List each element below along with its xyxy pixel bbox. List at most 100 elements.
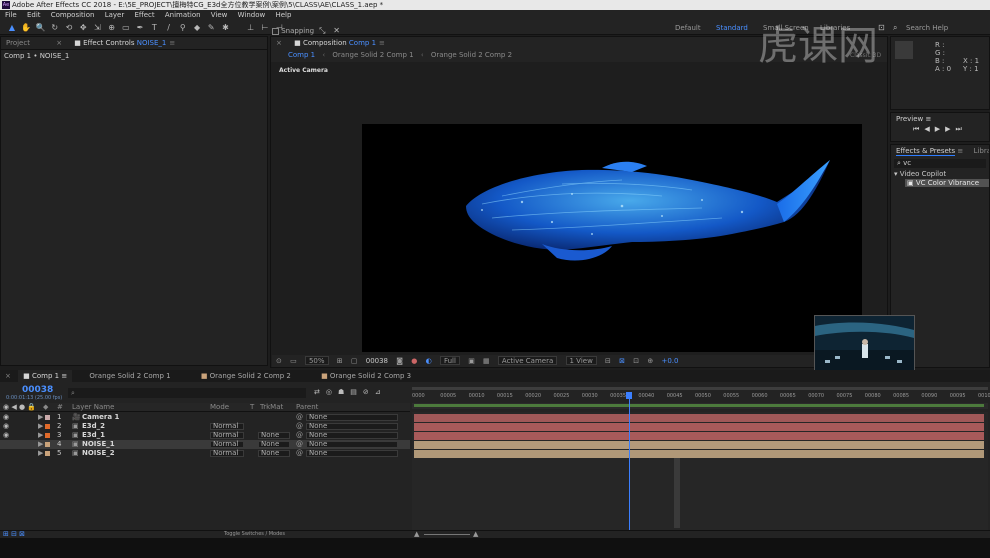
tab-effects-presets[interactable]: Effects & Presets <box>896 147 956 156</box>
layer-name[interactable]: Camera 1 <box>82 413 119 422</box>
flowchart-icon[interactable]: ⊕ <box>647 357 653 365</box>
zoom-in-icon[interactable]: ▲ <box>473 530 478 538</box>
pan-behind-icon[interactable]: ⊕ <box>107 23 117 33</box>
show-snapshot-icon[interactable]: ● <box>411 357 417 365</box>
next-frame-icon[interactable]: ▶ <box>945 125 955 133</box>
panel-menu-icon[interactable]: ≡ <box>169 39 175 47</box>
eraser-tool-icon[interactable]: ◆ <box>192 23 202 33</box>
fast-previews-icon[interactable]: ⊠ <box>619 357 625 365</box>
layer-duration-bar[interactable] <box>414 440 984 449</box>
workspace-standard[interactable]: Standard <box>716 24 748 32</box>
menu-composition[interactable]: Composition <box>51 11 95 19</box>
view-layout-dropdown[interactable]: 1 View <box>565 356 597 365</box>
expand-arrow-icon[interactable]: ▶ <box>38 413 43 422</box>
layer-parent-dropdown[interactable]: None <box>306 414 398 421</box>
layer-row[interactable]: ◉ ▶ 3 ▣ E3d_1 Normal None @ None <box>0 431 410 440</box>
visibility-eye-icon[interactable]: ◉ <box>3 413 9 422</box>
always-preview-icon[interactable]: ⊙ <box>276 357 282 365</box>
composition-viewer[interactable] <box>362 124 862 352</box>
snap-options-icon[interactable]: ⤡ <box>317 26 327 36</box>
tab-libraries[interactable]: Librar <box>974 147 989 155</box>
layer-row[interactable]: ▶ 4 ▣ NOISE_1 Normal None @ None <box>0 440 410 449</box>
playhead[interactable] <box>629 392 631 530</box>
exposure-value[interactable]: +0.0 <box>661 357 678 365</box>
expand-arrow-icon[interactable]: ▶ <box>38 449 43 458</box>
playhead-handle[interactable] <box>626 392 633 399</box>
first-frame-icon[interactable]: ⏮ <box>913 125 924 133</box>
time-ruler[interactable]: 0000 00005 00010 00015 00020 00025 00030 00035 0… <box>412 385 990 403</box>
layer-parent-dropdown[interactable]: None <box>306 450 398 457</box>
track-xy-camera-icon[interactable]: ✥ <box>78 23 88 33</box>
hand-tool-icon[interactable]: ✋ <box>21 23 31 33</box>
effect-item-vc-color-vibrance[interactable]: ▣ VC Color Vibrance <box>905 179 989 187</box>
layer-row[interactable]: ◉ ▶ 2 ▣ E3d_2 Normal @ None <box>0 422 410 431</box>
monitor-icon[interactable]: ▭ <box>290 357 297 365</box>
subtab-comp-1[interactable]: Comp 1 <box>283 49 320 62</box>
color-channel-icon[interactable]: ◐ <box>426 357 432 365</box>
rotate-tool-icon[interactable]: ↻ <box>50 23 60 33</box>
panel-menu-icon[interactable]: ≡ <box>925 115 931 123</box>
pick-whip-icon[interactable]: @ <box>296 431 303 440</box>
tab-timeline-orange-solid-3[interactable]: ■ Orange Solid 2 Comp 3 <box>316 370 416 382</box>
brush-tool-icon[interactable]: / <box>164 23 174 33</box>
menu-effect[interactable]: Effect <box>134 11 154 19</box>
layer-row[interactable]: ▶ 5 ▣ NOISE_2 Normal None @ None <box>0 449 410 458</box>
menu-animation[interactable]: Animation <box>165 11 201 19</box>
timeline-icon[interactable]: ⊡ <box>633 357 639 365</box>
layer-mode-dropdown[interactable]: Normal <box>210 441 244 448</box>
expand-arrow-icon[interactable]: ▶ <box>38 422 43 431</box>
snapping-checkbox[interactable] <box>272 27 279 35</box>
current-time-field[interactable]: 00038 <box>22 385 53 395</box>
workspace-default[interactable]: Default <box>675 24 701 32</box>
zoom-slider[interactable] <box>424 534 470 535</box>
subtab-orange-solid-2-comp-2[interactable]: Orange Solid 2 Comp 2 <box>426 49 517 62</box>
world-axis-icon[interactable]: ⊢ <box>260 23 270 33</box>
expand-arrow-icon[interactable]: ▶ <box>38 440 43 449</box>
layer-duration-bar[interactable] <box>414 422 984 431</box>
pick-whip-icon[interactable]: @ <box>296 413 303 422</box>
label-color-swatch[interactable] <box>45 442 50 447</box>
menu-edit[interactable]: Edit <box>27 11 41 19</box>
snapshot-icon[interactable]: ◙ <box>396 357 403 365</box>
layer-duration-bar[interactable] <box>414 413 984 422</box>
label-color-swatch[interactable] <box>45 433 50 438</box>
panel-menu-icon[interactable]: ≡ <box>379 39 385 47</box>
snap-features-icon[interactable]: ✕ <box>332 26 342 36</box>
frame-blending-icon[interactable]: ▤ <box>350 388 363 396</box>
column-layer-name[interactable]: Layer Name <box>72 403 114 412</box>
layer-name[interactable]: E3d_2 <box>82 422 105 431</box>
visibility-eye-icon[interactable]: ◉ <box>3 431 9 440</box>
effects-search-input[interactable]: ⌕ vc <box>894 159 986 168</box>
pick-whip-icon[interactable]: @ <box>296 422 303 431</box>
label-color-swatch[interactable] <box>45 415 50 420</box>
magnification-dropdown[interactable]: 50% <box>304 356 329 365</box>
label-color-swatch[interactable] <box>45 424 50 429</box>
tab-project[interactable]: Project <box>1 37 35 49</box>
roto-brush-icon[interactable]: ✎ <box>206 23 216 33</box>
layer-trkmat-dropdown[interactable]: None <box>258 432 290 439</box>
layer-name[interactable]: NOISE_1 <box>82 440 115 449</box>
layer-trkmat-dropdown[interactable]: None <box>258 450 290 457</box>
selection-tool-icon[interactable]: ▲ <box>7 23 17 33</box>
panel-menu-icon[interactable]: ≡ <box>61 372 67 380</box>
play-icon[interactable]: ▶ <box>935 125 945 133</box>
toggle-switches-modes-button[interactable]: Toggle Switches / Modes <box>224 531 285 537</box>
zoom-tool-icon[interactable]: 🔍 <box>35 23 45 33</box>
layer-duration-bar[interactable] <box>414 431 984 440</box>
layer-switches-icons[interactable]: ⊞ ⊟ ⊠ <box>3 530 25 538</box>
region-of-interest-icon[interactable]: ▣ <box>468 357 475 365</box>
effect-category[interactable]: ▾ Video Copilot <box>891 170 989 179</box>
label-color-swatch[interactable] <box>45 451 50 456</box>
layer-mode-dropdown[interactable]: Normal <box>210 450 244 457</box>
last-frame-icon[interactable]: ⏭ <box>955 125 966 133</box>
layer-row[interactable]: ◉ ▶ 1 🎥 Camera 1 @ None <box>0 413 410 422</box>
layer-name[interactable]: E3d_1 <box>82 431 105 440</box>
clone-stamp-icon[interactable]: ⚲ <box>178 23 188 33</box>
type-tool-icon[interactable]: T <box>149 23 159 33</box>
prev-frame-icon[interactable]: ◀ <box>924 125 934 133</box>
layer-search-input[interactable]: ⌕ <box>68 388 306 398</box>
zoom-out-icon[interactable]: ▲ <box>414 530 419 538</box>
panel-menu-icon[interactable]: ≡ <box>957 147 963 155</box>
menu-view[interactable]: View <box>211 11 228 19</box>
close-icon[interactable]: × <box>0 370 16 382</box>
